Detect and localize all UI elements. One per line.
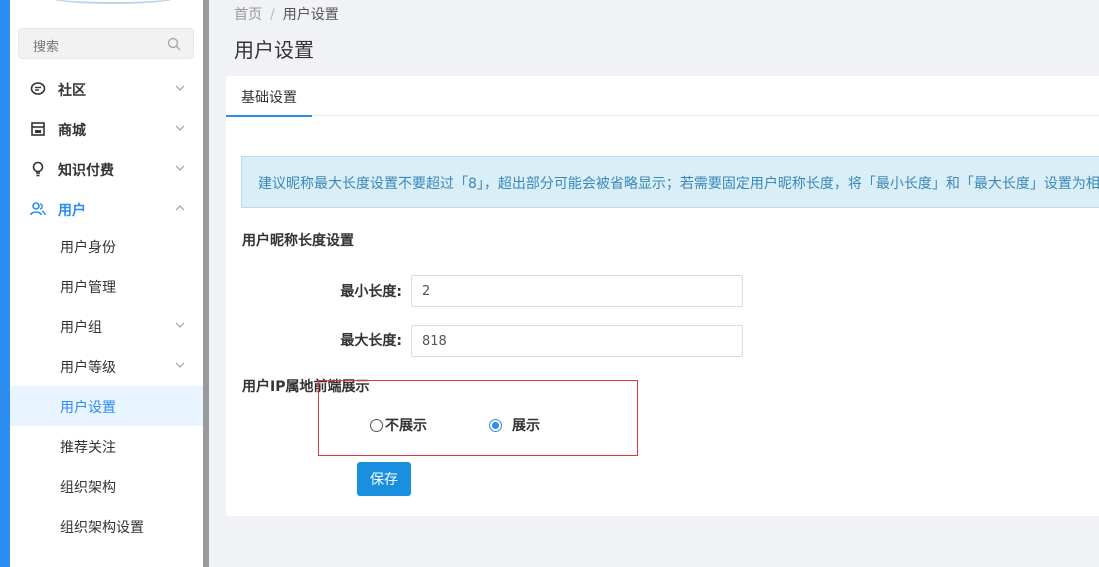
info-alert: 建议昵称最大长度设置不要超过「8」，超出部分可能会被省略显示；若需要固定用户昵称… bbox=[241, 156, 1099, 208]
sidebar-item-user-settings[interactable]: 用户设置 bbox=[10, 386, 203, 426]
breadcrumb-home[interactable]: 首页 bbox=[234, 7, 262, 23]
breadcrumb-separator: / bbox=[270, 7, 275, 23]
sidebar-item-org-structure-settings[interactable]: 组织架构设置 bbox=[10, 506, 203, 546]
chevron-down-icon bbox=[175, 362, 185, 368]
sidebar-item-label: 组织架构 bbox=[60, 480, 116, 496]
menu-item-label: 社区 bbox=[58, 83, 86, 99]
search-input[interactable]: 搜索 bbox=[33, 36, 59, 55]
sidebar-item-user-level[interactable]: 用户等级 bbox=[10, 346, 203, 386]
tab-basic-settings[interactable]: 基础设置 bbox=[226, 76, 312, 117]
alert-text: 建议昵称最大长度设置不要超过「8」，超出部分可能会被省略显示；若需要固定用户昵称… bbox=[258, 176, 1099, 192]
users-icon bbox=[30, 202, 46, 216]
sidebar-item-user-identity[interactable]: 用户身份 bbox=[10, 226, 203, 266]
save-button[interactable]: 保存 bbox=[357, 462, 411, 496]
sidebar-item-label: 组织架构设置 bbox=[60, 520, 144, 536]
radio-circle[interactable] bbox=[370, 418, 383, 432]
max-length-input[interactable] bbox=[411, 325, 743, 357]
radio-hide[interactable]: 不展示 bbox=[370, 415, 427, 435]
tab-bar: 基础设置 bbox=[226, 76, 1099, 117]
chevron-down-icon bbox=[175, 85, 185, 91]
nickname-section-title: 用户昵称长度设置 bbox=[242, 233, 354, 249]
menu-item-users[interactable]: 用户 bbox=[10, 189, 203, 229]
radio-circle-checked[interactable] bbox=[489, 418, 502, 432]
menu-item-paid-knowledge[interactable]: 知识付费 bbox=[10, 149, 203, 189]
sidebar-item-label: 用户管理 bbox=[60, 280, 116, 296]
sidebar-scrollbar[interactable] bbox=[203, 0, 209, 567]
chevron-down-icon bbox=[175, 322, 185, 328]
sidebar-item-user-management[interactable]: 用户管理 bbox=[10, 266, 203, 306]
min-length-input[interactable] bbox=[411, 275, 743, 307]
radio-show[interactable]: 展示 bbox=[489, 415, 540, 435]
menu-item-label: 知识付费 bbox=[58, 163, 114, 179]
search-icon[interactable] bbox=[167, 37, 181, 51]
sidebar-search[interactable]: 搜索 bbox=[18, 28, 194, 59]
sidebar-item-user-group[interactable]: 用户组 bbox=[10, 306, 203, 346]
breadcrumb: 首页 / 用户设置 bbox=[234, 4, 339, 24]
chat-bubble-icon bbox=[30, 82, 46, 95]
lightbulb-icon bbox=[32, 161, 44, 177]
sidebar-item-label: 用户等级 bbox=[60, 360, 116, 376]
menu-item-community[interactable]: 社区 bbox=[10, 69, 203, 109]
sidebar-edge bbox=[0, 0, 10, 567]
sidebar-item-label: 用户设置 bbox=[60, 400, 116, 416]
store-icon bbox=[31, 122, 45, 136]
sidebar-item-label: 用户身份 bbox=[60, 240, 116, 256]
min-length-label: 最小长度: bbox=[340, 284, 402, 300]
max-length-label: 最大长度: bbox=[340, 333, 402, 349]
settings-card: 基础设置 建议昵称最大长度设置不要超过「8」，超出部分可能会被省略显示；若需要固… bbox=[226, 76, 1099, 516]
menu-item-label: 用户 bbox=[58, 203, 86, 219]
chevron-up-icon bbox=[175, 205, 185, 211]
logo bbox=[48, 0, 178, 4]
sidebar-item-org-structure[interactable]: 组织架构 bbox=[10, 466, 203, 506]
sidebar: 搜索 社区 商城 知识付费 用户 用户身份 用户管理 用户组 用户等级 用户设置… bbox=[10, 0, 203, 567]
radio-label: 不展示 bbox=[385, 418, 427, 434]
chevron-down-icon bbox=[175, 165, 185, 171]
sidebar-item-label: 用户组 bbox=[60, 320, 102, 336]
sidebar-item-label: 推荐关注 bbox=[60, 440, 116, 456]
chevron-down-icon bbox=[175, 125, 185, 131]
breadcrumb-current: 用户设置 bbox=[282, 7, 339, 23]
menu-item-label: 商城 bbox=[58, 123, 86, 139]
tab-label: 基础设置 bbox=[241, 90, 297, 106]
highlight-box bbox=[318, 380, 638, 456]
page-title: 用户设置 bbox=[234, 38, 314, 62]
radio-label: 展示 bbox=[512, 418, 540, 434]
menu-item-store[interactable]: 商城 bbox=[10, 109, 203, 149]
sidebar-item-recommended-follow[interactable]: 推荐关注 bbox=[10, 426, 203, 466]
